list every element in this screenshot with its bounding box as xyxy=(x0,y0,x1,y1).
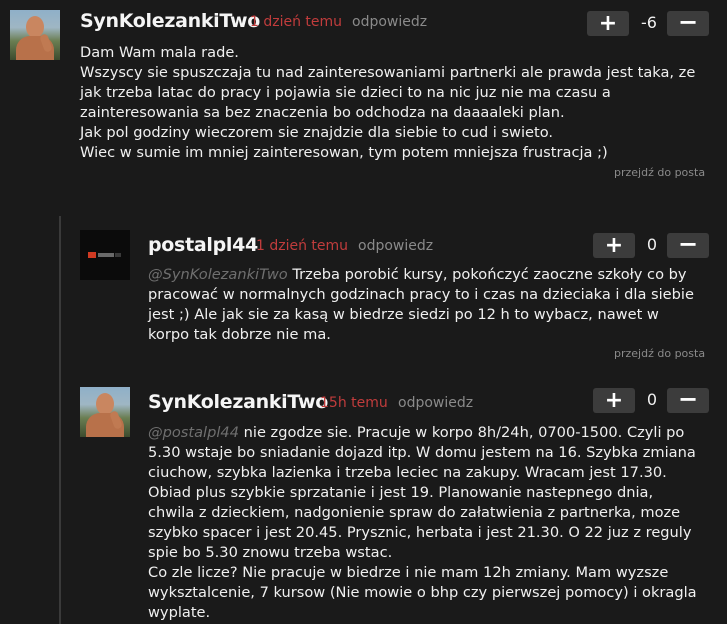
downvote-button[interactable]: − xyxy=(667,385,709,413)
comment-line: @postalpl44 nie zgodze sie. Pracuje w ko… xyxy=(148,423,720,443)
comment-author[interactable]: SynKolezankiTwo xyxy=(148,391,328,413)
mention-link[interactable]: @postalpl44 xyxy=(148,424,239,441)
comment-line: wyksztalcenie, 7 kursow (Nie mowie o bhp… xyxy=(148,584,697,601)
comment-line: Co zle licze? Nie pracuje w biedrze i ni… xyxy=(148,564,669,581)
comment: SynKolezankiTwo 15h temu odpowiedz + 0 −… xyxy=(0,0,727,624)
comment-line: Obiad plus szybkie sprzatanie i jest 19.… xyxy=(148,484,654,501)
reply-link[interactable]: odpowiedz xyxy=(398,395,473,411)
comment-time[interactable]: 15h temu xyxy=(320,395,388,411)
plus-icon: + xyxy=(604,388,624,413)
comment-line-text: nie zgodze sie. Pracuje w korpo 8h/24h, … xyxy=(239,424,685,441)
comment-line: wyplate. xyxy=(148,604,211,621)
vote-score: 0 xyxy=(646,390,658,409)
upvote-button[interactable]: + xyxy=(593,388,635,413)
comment-body: @postalpl44 nie zgodze sie. Pracuje w ko… xyxy=(148,423,720,623)
comment-line: 5.30 wstaje bo sniadanie dojazd itp. W d… xyxy=(148,444,696,461)
comment-line: spie bo 5.30 znowu trzeba wstac. xyxy=(148,544,393,561)
minus-icon: − xyxy=(677,385,699,413)
avatar[interactable] xyxy=(80,387,130,437)
comment-line: ciuchow, szybka lazienka i trzeba leciec… xyxy=(148,464,667,481)
comment-line: chwila z dzieckiem, nadgonienie spraw do… xyxy=(148,504,681,521)
comment-line: szybko spacer i jest 20.45. Prysznic, he… xyxy=(148,524,692,541)
